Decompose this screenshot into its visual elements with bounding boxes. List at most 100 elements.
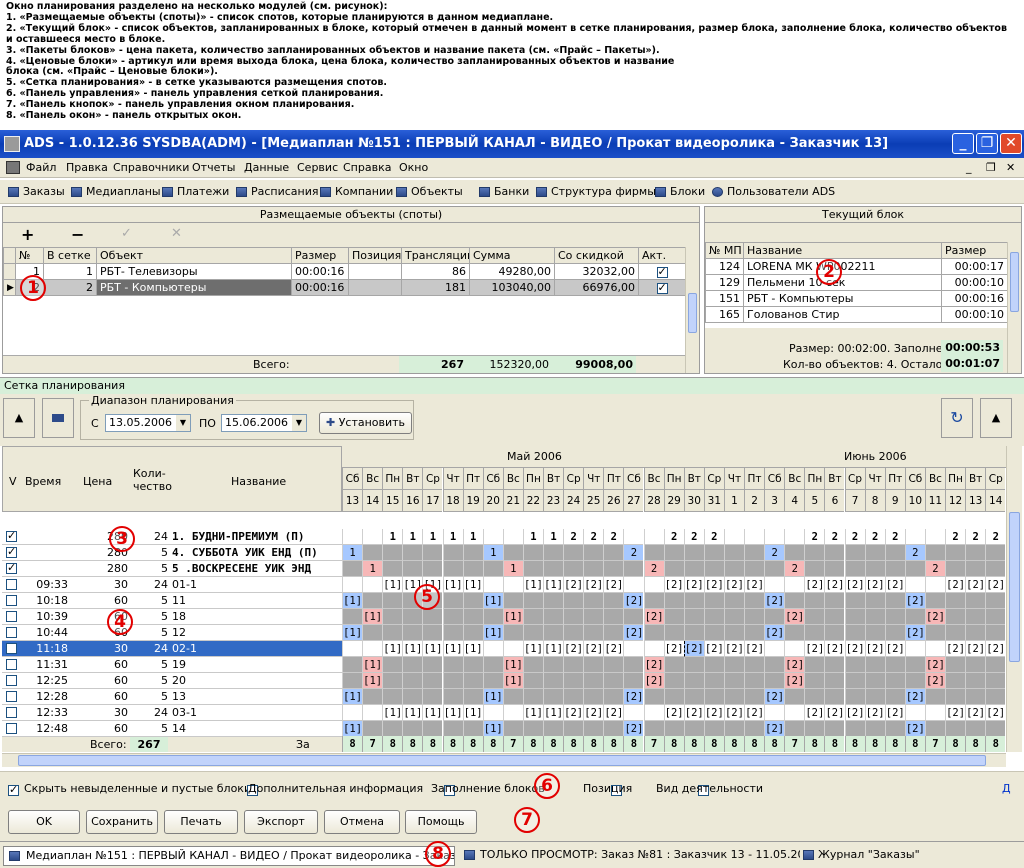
grid-cell[interactable]: [1] xyxy=(442,577,463,593)
col-broadcasts[interactable]: Трансляций xyxy=(401,247,470,264)
grid-cell[interactable] xyxy=(744,673,765,689)
row-select-checkbox[interactable] xyxy=(6,659,17,670)
grid-cell[interactable] xyxy=(623,705,644,721)
grid-cell[interactable] xyxy=(764,641,785,657)
grid-cell[interactable] xyxy=(703,673,724,689)
grid-cell[interactable]: 1 xyxy=(462,529,483,545)
grid-cell[interactable] xyxy=(522,545,543,561)
row-select-checkbox[interactable] xyxy=(6,545,17,558)
table-row[interactable]: 10:39 60 5 18 xyxy=(2,609,342,625)
grid-cell[interactable]: 2 xyxy=(985,529,1006,545)
toolbar-company-structure[interactable]: Структура фирмы xyxy=(536,185,656,198)
grid-cell[interactable] xyxy=(784,577,805,593)
grid-cell[interactable]: 2 xyxy=(884,529,905,545)
grid-cell[interactable] xyxy=(804,593,825,609)
current-block-scrollbar[interactable] xyxy=(1007,242,1021,373)
grid-cell[interactable] xyxy=(824,673,845,689)
day-cell[interactable]: 8 xyxy=(864,490,885,512)
grid-cell[interactable] xyxy=(844,673,865,689)
table-row[interactable]: 11:18 30 24 02-1 xyxy=(2,641,342,657)
grid-cell[interactable] xyxy=(342,609,363,625)
menu-data[interactable]: Данные xyxy=(244,161,289,174)
grid-cell[interactable]: 2 xyxy=(804,529,825,545)
grid-cell[interactable] xyxy=(462,625,483,641)
day-cell[interactable]: 30 xyxy=(683,490,704,512)
grid-cell[interactable]: [2] xyxy=(603,705,624,721)
grid-cell[interactable]: [2] xyxy=(703,577,724,593)
grid-cell[interactable] xyxy=(844,593,865,609)
grid-cell[interactable] xyxy=(563,657,584,673)
day-cell[interactable]: 10 xyxy=(904,490,925,512)
grid-cell[interactable] xyxy=(382,593,403,609)
grid-cell[interactable]: 1 xyxy=(422,529,443,545)
grid-cell[interactable] xyxy=(543,721,564,737)
grid-cell[interactable]: [1] xyxy=(342,593,363,609)
grid-cell[interactable] xyxy=(844,721,865,737)
grid-cell[interactable]: [1] xyxy=(543,705,564,721)
grid-cell[interactable] xyxy=(643,577,664,593)
grid-cell[interactable]: [2] xyxy=(723,577,744,593)
grid-cell[interactable] xyxy=(683,657,704,673)
grid-cell[interactable]: [2] xyxy=(643,673,664,689)
grid-cell[interactable] xyxy=(382,689,403,705)
grid-cell[interactable]: [2] xyxy=(924,673,945,689)
grid-cell[interactable] xyxy=(462,545,483,561)
grid-cell[interactable] xyxy=(422,609,443,625)
grid-cell[interactable] xyxy=(603,689,624,705)
grid-cell[interactable]: [2] xyxy=(804,641,825,657)
grid-cell[interactable] xyxy=(744,529,765,545)
grid-cell[interactable]: [2] xyxy=(965,577,986,593)
grid-cell[interactable] xyxy=(462,689,483,705)
grid-cell[interactable] xyxy=(623,529,644,545)
grid-cell[interactable]: [2] xyxy=(623,689,644,705)
grid-cell[interactable] xyxy=(824,689,845,705)
grid-cell[interactable]: [2] xyxy=(623,593,644,609)
grid-cell[interactable] xyxy=(362,689,383,705)
grid-cell[interactable] xyxy=(563,721,584,737)
grid-cell[interactable] xyxy=(543,545,564,561)
grid-cell[interactable] xyxy=(603,561,624,577)
grid-cell[interactable] xyxy=(342,673,363,689)
grid-cell[interactable]: [2] xyxy=(844,641,865,657)
grid-cell[interactable]: [2] xyxy=(945,577,966,593)
grid-cell[interactable] xyxy=(442,609,463,625)
day-cell[interactable]: 7 xyxy=(844,490,865,512)
grid-cell[interactable]: [1] xyxy=(422,641,443,657)
grid-cell[interactable]: 1 xyxy=(402,529,423,545)
grid-cell[interactable] xyxy=(603,593,624,609)
grid-cell[interactable] xyxy=(945,561,966,577)
grid-cell[interactable] xyxy=(703,657,724,673)
grid-cell[interactable] xyxy=(342,657,363,673)
grid-cell[interactable] xyxy=(422,545,443,561)
day-cell[interactable]: 16 xyxy=(402,490,423,512)
grid-cell[interactable]: [1] xyxy=(402,641,423,657)
grid-cell[interactable]: [2] xyxy=(643,609,664,625)
grid-cell[interactable]: [1] xyxy=(543,577,564,593)
grid-cell[interactable]: [1] xyxy=(462,577,483,593)
grid-cell[interactable] xyxy=(744,625,765,641)
grid-cell[interactable]: [2] xyxy=(563,705,584,721)
grid-cell[interactable]: [2] xyxy=(864,577,885,593)
col-position[interactable]: Позиция xyxy=(348,247,402,264)
day-cell[interactable]: 14 xyxy=(362,490,383,512)
col-active[interactable]: Акт. xyxy=(638,247,685,264)
grid-cell[interactable] xyxy=(603,545,624,561)
help-link[interactable]: Д xyxy=(1002,782,1011,795)
table-row[interactable]: 280241. БУДНИ-ПРЕМИУМ (П) xyxy=(2,529,342,545)
grid-cell[interactable] xyxy=(764,705,785,721)
grid-cell[interactable] xyxy=(884,721,905,737)
day-cell[interactable]: 25 xyxy=(583,490,604,512)
grid-cell[interactable] xyxy=(522,561,543,577)
grid-cell[interactable] xyxy=(784,545,805,561)
day-cell[interactable]: 19 xyxy=(462,490,483,512)
grid-cell[interactable] xyxy=(924,705,945,721)
table-row[interactable]: 280 5 5 .ВОСКРЕСЕНЕ УИК ЭНД xyxy=(2,561,342,577)
toolbar-objects[interactable]: Объекты xyxy=(396,185,463,198)
grid-cell[interactable] xyxy=(864,657,885,673)
grid-cell[interactable]: 1 xyxy=(382,529,403,545)
grid-cell[interactable]: [1] xyxy=(342,721,363,737)
grid-cell[interactable] xyxy=(623,561,644,577)
grid-cell[interactable] xyxy=(382,673,403,689)
row-select-checkbox[interactable] xyxy=(6,707,17,718)
col-num[interactable]: № xyxy=(15,247,44,264)
